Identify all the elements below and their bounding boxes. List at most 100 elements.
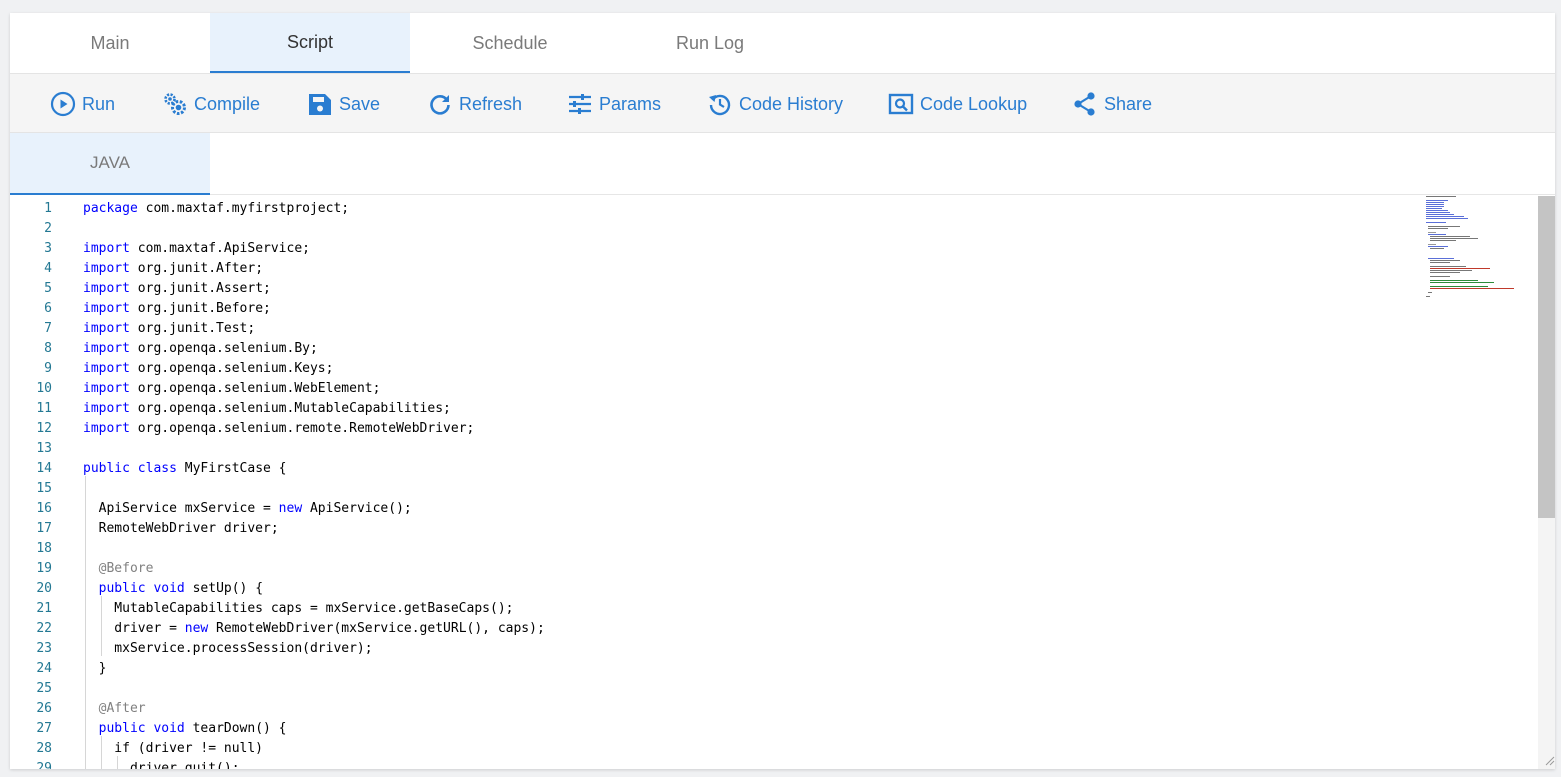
line-number: 18 — [36, 541, 52, 556]
minimap-line — [1426, 296, 1430, 297]
code-token: MutableCapabilities caps = mxService.get… — [83, 601, 514, 616]
code-minimap[interactable] — [1423, 196, 1538, 306]
code-keyword: public — [98, 581, 146, 596]
minimap-line — [1430, 282, 1494, 283]
code-line[interactable]: 6 import org.junit.Before; — [10, 299, 1410, 319]
resize-handle-icon[interactable] — [1543, 754, 1555, 766]
code-line[interactable]: 14 public class MyFirstCase { — [10, 459, 1410, 479]
code-editor[interactable]: 1 package com.maxtaf.myfirstproject; 2 3 imp… — [10, 196, 1555, 769]
tab-schedule[interactable]: Schedule — [410, 13, 610, 73]
run-button[interactable]: Run — [50, 74, 115, 134]
code-line[interactable]: 27 public void tearDown() { — [10, 719, 1410, 739]
code-line[interactable]: 20 public void setUp() { — [10, 579, 1410, 599]
code-line[interactable]: 10 import org.openqa.selenium.WebElement; — [10, 379, 1410, 399]
line-number: 13 — [36, 441, 52, 456]
minimap-line — [1430, 286, 1488, 287]
code-line[interactable]: 1 package com.maxtaf.myfirstproject; — [10, 199, 1410, 219]
code-line[interactable]: 28 if (driver != null) — [10, 739, 1410, 759]
toolbar: Run Compile Save Refresh Params Code His… — [10, 73, 1555, 133]
minimap-line — [1430, 288, 1514, 289]
gears-icon — [164, 93, 186, 115]
code-token: org.junit.Assert; — [129, 281, 271, 296]
code-line[interactable]: 17 RemoteWebDriver driver; — [10, 519, 1410, 539]
tab-java[interactable]: JAVA — [10, 133, 210, 195]
code-text: public void setUp() { — [83, 579, 263, 599]
code-line[interactable]: 16 ApiService mxService = new ApiService… — [10, 499, 1410, 519]
refresh-button[interactable]: Refresh — [427, 74, 522, 134]
share-button[interactable]: Share — [1072, 74, 1152, 134]
line-number: 7 — [44, 321, 52, 336]
code-token: org.openqa.selenium.WebElement; — [129, 381, 381, 396]
code-line[interactable]: 9 import org.openqa.selenium.Keys; — [10, 359, 1410, 379]
code-token: org.junit.After; — [129, 261, 264, 276]
code-keyword: import — [83, 421, 130, 436]
minimap-line — [1428, 246, 1448, 247]
code-line[interactable]: 13 — [10, 439, 1410, 459]
code-text: import org.openqa.selenium.MutableCapabi… — [83, 399, 451, 419]
code-text: ApiService mxService = new ApiService(); — [83, 499, 412, 519]
code-keyword: import — [83, 281, 130, 296]
minimap-line — [1430, 280, 1478, 281]
compile-button[interactable]: Compile — [162, 74, 260, 134]
line-number: 29 — [36, 761, 52, 769]
save-button[interactable]: Save — [307, 74, 380, 134]
code-line[interactable]: 29 driver.quit(); — [10, 759, 1410, 769]
code-line[interactable]: 23 mxService.processSession(driver); — [10, 639, 1410, 659]
line-number: 6 — [44, 301, 52, 316]
code-token: setUp() { — [184, 581, 264, 596]
code-line[interactable]: 4 import org.junit.After; — [10, 259, 1410, 279]
line-number: 19 — [36, 561, 52, 576]
tab-run-log[interactable]: Run Log — [610, 13, 810, 73]
code-line[interactable]: 11 import org.openqa.selenium.MutableCapa… — [10, 399, 1410, 419]
code-history-label: Code History — [739, 93, 844, 114]
line-number: 20 — [36, 581, 52, 596]
code-line[interactable]: 15 — [10, 479, 1410, 499]
line-number: 17 — [36, 521, 52, 536]
code-text: @After — [83, 699, 146, 719]
code-token: ApiService(); — [302, 501, 412, 516]
code-line[interactable]: 26 @After — [10, 699, 1410, 719]
minimap-line — [1428, 232, 1436, 233]
code-text: mxService.processSession(driver); — [83, 639, 373, 659]
code-line[interactable]: 8 import org.openqa.selenium.By; — [10, 339, 1410, 359]
share-label: Share — [1104, 93, 1153, 114]
code-text: RemoteWebDriver driver; — [83, 519, 279, 539]
code-text: import org.openqa.selenium.WebElement; — [83, 379, 380, 399]
code-history-button[interactable]: Code History — [707, 74, 843, 134]
line-number: 24 — [36, 661, 52, 676]
line-number: 16 — [36, 501, 52, 516]
params-label: Params — [599, 93, 662, 114]
code-line[interactable]: 18 — [10, 539, 1410, 559]
minimap-line — [1426, 212, 1450, 213]
tab-script[interactable]: Script — [210, 13, 410, 73]
code-keyword: import — [83, 381, 130, 396]
code-text: import org.junit.After; — [83, 259, 263, 279]
code-token: com.maxtaf.myfirstproject; — [137, 201, 350, 216]
code-line[interactable]: 25 — [10, 679, 1410, 699]
code-line[interactable]: 21 MutableCapabilities caps = mxService.… — [10, 599, 1410, 619]
code-token: mxService.processSession(driver); — [83, 641, 373, 656]
code-line[interactable]: 5 import org.junit.Assert; — [10, 279, 1410, 299]
compile-label: Compile — [194, 93, 261, 114]
code-line[interactable]: 24 } — [10, 659, 1410, 679]
minimap-line — [1428, 292, 1432, 293]
line-number: 9 — [44, 361, 52, 376]
line-number: 2 — [44, 221, 52, 236]
code-lookup-button[interactable]: Code Lookup — [888, 74, 1027, 134]
minimap-line — [1426, 206, 1444, 207]
code-token: org.openqa.selenium.remote.RemoteWebDriv… — [129, 421, 475, 436]
code-line[interactable]: 3 import com.maxtaf.ApiService; — [10, 239, 1410, 259]
code-line[interactable]: 19 @Before — [10, 559, 1410, 579]
tab-main[interactable]: Main — [10, 13, 210, 73]
editor-scrollbar-thumb[interactable] — [1538, 196, 1555, 518]
code-token: RemoteWebDriver(mxService.getURL(), caps… — [208, 621, 545, 636]
code-line[interactable]: 2 — [10, 219, 1410, 239]
code-line[interactable]: 7 import org.junit.Test; — [10, 319, 1410, 339]
code-line[interactable]: 22 driver = new RemoteWebDriver(mxServic… — [10, 619, 1410, 639]
code-line[interactable]: 12 import org.openqa.selenium.remote.Remo… — [10, 419, 1410, 439]
code-text: package com.maxtaf.myfirstproject; — [83, 199, 349, 219]
params-button[interactable]: Params — [567, 74, 661, 134]
code-token: org.openqa.selenium.Keys; — [129, 361, 334, 376]
